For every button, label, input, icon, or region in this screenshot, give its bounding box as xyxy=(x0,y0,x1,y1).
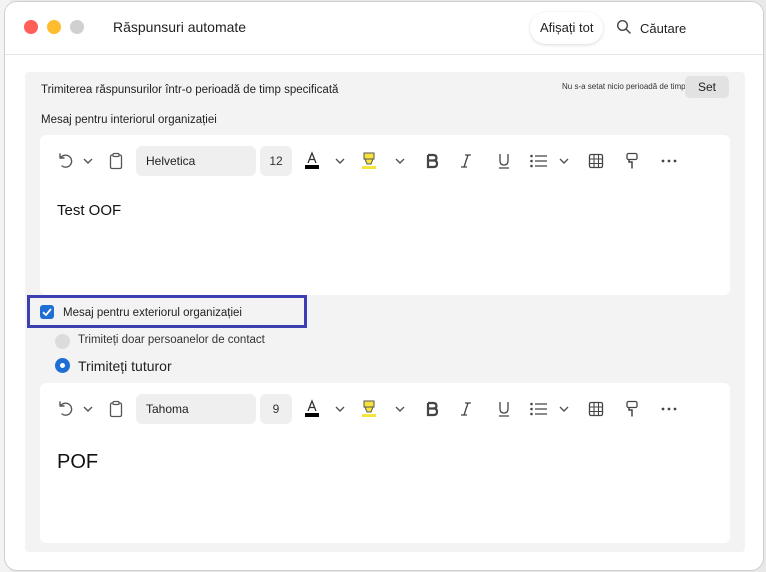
chevron-down-icon xyxy=(335,158,345,164)
list-dropdown[interactable] xyxy=(556,144,572,178)
table-icon xyxy=(588,153,604,169)
close-window-button[interactable] xyxy=(24,20,38,34)
more-icon xyxy=(661,159,677,163)
highlight-button[interactable] xyxy=(360,392,380,426)
clipboard-button[interactable] xyxy=(106,144,126,178)
search-icon[interactable] xyxy=(616,19,632,35)
undo-icon xyxy=(59,401,73,416)
minimize-window-button[interactable] xyxy=(47,20,61,34)
chevron-down-icon xyxy=(395,158,405,164)
list-dropdown[interactable] xyxy=(556,392,572,426)
highlight-dropdown[interactable] xyxy=(392,392,408,426)
italic-icon xyxy=(461,154,471,168)
bullet-list-button[interactable] xyxy=(528,144,550,178)
more-options-button[interactable] xyxy=(658,144,680,178)
format-painter-icon xyxy=(626,400,638,417)
bold-button[interactable] xyxy=(422,392,442,426)
format-painter-button[interactable] xyxy=(622,144,642,178)
font-size-select[interactable]: 9 xyxy=(260,394,292,424)
table-button[interactable] xyxy=(586,144,606,178)
radio-contacts-label[interactable]: Trimiteți doar persoanelor de contact xyxy=(78,334,265,346)
undo-icon xyxy=(59,153,73,168)
font-color-button[interactable] xyxy=(302,392,322,426)
period-status: Nu s-a setat nicio perioadă de timp xyxy=(562,82,686,91)
italic-button[interactable] xyxy=(456,144,476,178)
inside-org-label: Mesaj pentru interiorul organizației xyxy=(41,114,217,126)
table-icon xyxy=(588,401,604,417)
outside-org-checkbox[interactable] xyxy=(40,305,54,319)
zoom-window-button[interactable] xyxy=(70,20,84,34)
chevron-down-icon xyxy=(335,406,345,412)
outside-org-option[interactable]: Mesaj pentru exteriorul organizației xyxy=(27,295,307,328)
undo-button[interactable] xyxy=(54,144,76,178)
format-painter-icon xyxy=(626,152,638,169)
checkmark-icon xyxy=(42,308,52,317)
underline-button[interactable] xyxy=(494,392,514,426)
show-all-button[interactable]: Afișați tot xyxy=(530,12,604,44)
font-color-button[interactable] xyxy=(302,144,322,178)
radio-send-all[interactable] xyxy=(55,358,70,373)
font-family-select[interactable]: Helvetica xyxy=(136,146,256,176)
radio-contacts-only[interactable] xyxy=(55,334,70,349)
outside-message-editor[interactable]: Tahoma 9 POF xyxy=(40,383,730,543)
more-icon xyxy=(661,407,677,411)
search-field[interactable]: Căutare xyxy=(640,21,686,36)
font-color-icon xyxy=(305,151,319,169)
bold-icon xyxy=(426,153,439,169)
chevron-down-icon xyxy=(83,158,93,164)
italic-icon xyxy=(461,402,471,416)
auto-replies-window: Răspunsuri automate Afișați tot Căutare … xyxy=(5,2,763,570)
highlight-dropdown[interactable] xyxy=(392,144,408,178)
undo-dropdown[interactable] xyxy=(80,144,96,178)
underline-button[interactable] xyxy=(494,144,514,178)
inside-message-editor[interactable]: Helvetica 12 Test OOF xyxy=(40,135,730,295)
bullet-list-icon xyxy=(530,154,547,168)
window-title: Răspunsuri automate xyxy=(113,19,247,35)
font-color-dropdown[interactable] xyxy=(332,144,348,178)
highlighter-icon xyxy=(362,400,376,417)
font-family-select[interactable]: Tahoma xyxy=(136,394,256,424)
font-color-dropdown[interactable] xyxy=(332,392,348,426)
chevron-down-icon xyxy=(559,406,569,412)
inside-message-body[interactable]: Test OOF xyxy=(57,202,121,219)
clipboard-icon xyxy=(109,400,123,418)
settings-panel: Trimiterea răspunsurilor într-o perioadă… xyxy=(25,72,745,552)
chevron-down-icon xyxy=(559,158,569,164)
font-color-icon xyxy=(305,399,319,417)
table-button[interactable] xyxy=(586,392,606,426)
outside-editor-toolbar: Tahoma 9 xyxy=(40,392,730,426)
outside-message-body[interactable]: POF xyxy=(57,451,98,474)
chevron-down-icon xyxy=(395,406,405,412)
titlebar: Răspunsuri automate Afișați tot Căutare xyxy=(5,2,763,55)
more-options-button[interactable] xyxy=(658,392,680,426)
underline-icon xyxy=(499,154,509,169)
undo-dropdown[interactable] xyxy=(80,392,96,426)
set-period-button[interactable]: Set xyxy=(685,76,729,98)
underline-icon xyxy=(499,402,509,417)
highlight-button[interactable] xyxy=(360,144,380,178)
bold-button[interactable] xyxy=(422,144,442,178)
bullet-list-icon xyxy=(530,402,547,416)
highlighter-icon xyxy=(362,152,376,169)
undo-button[interactable] xyxy=(54,392,76,426)
outside-org-label: Mesaj pentru exteriorul organizației xyxy=(63,307,242,319)
clipboard-icon xyxy=(109,152,123,170)
radio-send-all-label[interactable]: Trimiteți tuturor xyxy=(78,358,172,374)
chevron-down-icon xyxy=(83,406,93,412)
bullet-list-button[interactable] xyxy=(528,392,550,426)
font-size-select[interactable]: 12 xyxy=(260,146,292,176)
format-painter-button[interactable] xyxy=(622,392,642,426)
bold-icon xyxy=(426,401,439,417)
period-label: Trimiterea răspunsurilor într-o perioadă… xyxy=(41,84,339,96)
inside-editor-toolbar: Helvetica 12 xyxy=(40,144,730,178)
clipboard-button[interactable] xyxy=(106,392,126,426)
italic-button[interactable] xyxy=(456,392,476,426)
